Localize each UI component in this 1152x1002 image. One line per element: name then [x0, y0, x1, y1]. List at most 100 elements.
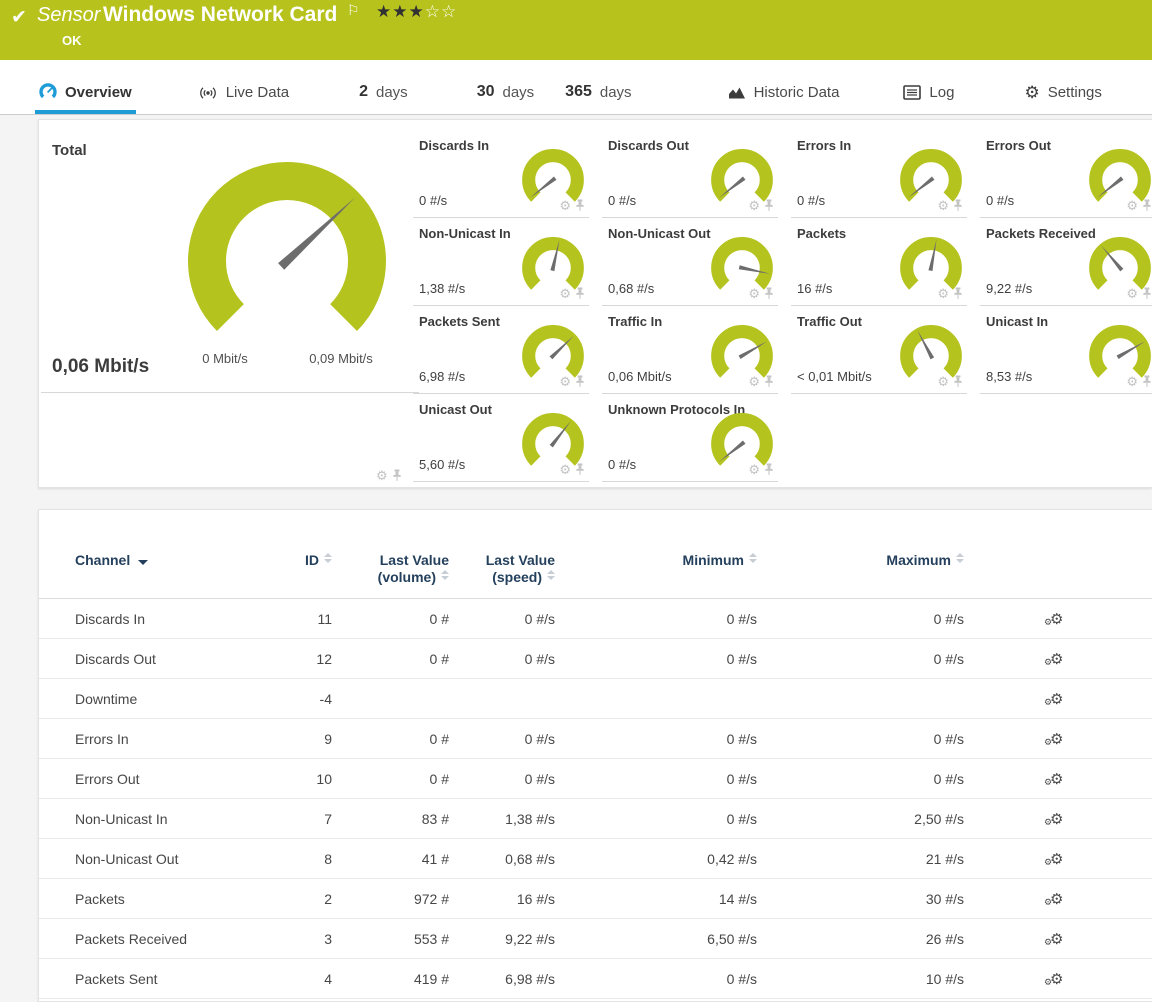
- pin-icon[interactable]: [1142, 375, 1152, 388]
- gauge-arc: [529, 332, 578, 374]
- channel-gauge-card[interactable]: Errors Out 0 #/s ⚙: [980, 130, 1152, 218]
- sort-icon: [749, 553, 757, 563]
- channel-settings-icon[interactable]: ⚙⚙: [1050, 853, 1063, 867]
- gear-icon[interactable]: ⚙: [937, 376, 949, 388]
- flag-icon[interactable]: ⚐: [347, 2, 360, 19]
- total-gauge[interactable]: [182, 161, 392, 351]
- tab-2-days[interactable]: 2 days: [355, 83, 412, 114]
- pin-icon[interactable]: [1142, 287, 1152, 300]
- column-header-minimum[interactable]: Minimum: [555, 552, 757, 586]
- column-header-maximum[interactable]: Maximum: [757, 552, 964, 586]
- gear-icon[interactable]: ⚙: [376, 470, 388, 482]
- channel-settings-icon[interactable]: ⚙⚙: [1050, 693, 1063, 707]
- pin-icon[interactable]: [764, 287, 774, 300]
- channel-settings-icon[interactable]: ⚙⚙: [1050, 813, 1063, 827]
- channel-gauge-label: Discards Out: [608, 138, 689, 153]
- gear-icon[interactable]: ⚙: [748, 376, 760, 388]
- cell-channel[interactable]: Discards Out: [75, 651, 300, 667]
- pin-icon[interactable]: [764, 463, 774, 476]
- pin-icon[interactable]: [575, 287, 585, 300]
- tab-30-days[interactable]: 30 days: [473, 83, 538, 114]
- gear-icon[interactable]: ⚙: [748, 288, 760, 300]
- tab-settings[interactable]: ⚙ Settings: [1020, 84, 1105, 114]
- pin-icon[interactable]: [764, 375, 774, 388]
- pin-icon[interactable]: [764, 199, 774, 212]
- gear-icon[interactable]: ⚙: [1126, 288, 1138, 300]
- tab-overview[interactable]: Overview: [35, 83, 136, 114]
- cell-channel[interactable]: Packets: [75, 891, 300, 907]
- channel-gauge-card[interactable]: Unknown Protocols In 0 #/s ⚙: [602, 394, 778, 482]
- pin-icon[interactable]: [1142, 199, 1152, 212]
- gear-icon[interactable]: ⚙: [559, 376, 571, 388]
- tab-historic-data[interactable]: Historic Data: [724, 84, 844, 114]
- channel-gauge-card[interactable]: Unicast Out 5,60 #/s ⚙: [413, 394, 589, 482]
- cell-maximum: 0 #/s: [757, 611, 964, 627]
- channel-settings-icon[interactable]: ⚙⚙: [1050, 613, 1063, 627]
- tab-log[interactable]: Log: [899, 84, 958, 114]
- channel-gauge-card[interactable]: Unicast In 8,53 #/s ⚙: [980, 306, 1152, 394]
- channel-gauge-card[interactable]: Packets Sent 6,98 #/s ⚙: [413, 306, 589, 394]
- gear-icon[interactable]: ⚙: [559, 200, 571, 212]
- channel-gauge-card[interactable]: Discards In 0 #/s ⚙: [413, 130, 589, 218]
- gear-icon[interactable]: ⚙: [559, 288, 571, 300]
- channel-gauge-card[interactable]: Packets Received 9,22 #/s ⚙: [980, 218, 1152, 306]
- star-empty-icons[interactable]: ☆☆: [425, 2, 457, 21]
- channel-gauge-card[interactable]: Non-Unicast In 1,38 #/s ⚙: [413, 218, 589, 306]
- cell-minimum: 0 #/s: [555, 971, 757, 987]
- gear-icon[interactable]: ⚙: [748, 200, 760, 212]
- pin-icon[interactable]: [953, 199, 963, 212]
- channel-gauge-label: Unicast In: [986, 314, 1048, 329]
- channel-settings-icon[interactable]: ⚙⚙: [1050, 973, 1063, 987]
- gear-icon[interactable]: ⚙: [1126, 200, 1138, 212]
- gear-icon[interactable]: ⚙: [937, 200, 949, 212]
- channel-gauge-card[interactable]: Discards Out 0 #/s ⚙: [602, 130, 778, 218]
- pin-icon[interactable]: [953, 287, 963, 300]
- gear-icon[interactable]: ⚙: [937, 288, 949, 300]
- gauge-icon: [39, 83, 57, 101]
- cell-channel[interactable]: Non-Unicast In: [75, 811, 300, 827]
- tab-live-data[interactable]: Live Data: [194, 84, 293, 114]
- channel-gauge-value: 0,68 #/s: [608, 281, 654, 296]
- channel-settings-icon[interactable]: ⚙⚙: [1050, 653, 1063, 667]
- channel-gauge-card[interactable]: Traffic In 0,06 Mbit/s ⚙: [602, 306, 778, 394]
- cell-channel[interactable]: Packets Sent: [75, 971, 300, 987]
- cell-last-value-speed: 0 #/s: [449, 651, 555, 667]
- gauge-arc: [529, 156, 578, 198]
- channel-settings-icon[interactable]: ⚙⚙: [1050, 933, 1063, 947]
- gear-icon[interactable]: ⚙: [1126, 376, 1138, 388]
- channel-gauge-card[interactable]: Non-Unicast Out 0,68 #/s ⚙: [602, 218, 778, 306]
- gear-icon[interactable]: ⚙: [748, 464, 760, 476]
- total-gauge-scale-min: 0 Mbit/s: [185, 351, 265, 366]
- priority-stars[interactable]: ★★★☆☆: [376, 2, 457, 22]
- pin-icon[interactable]: [392, 469, 402, 482]
- channel-gauge-card[interactable]: Traffic Out < 0,01 Mbit/s ⚙: [791, 306, 967, 394]
- cell-channel[interactable]: Errors Out: [75, 771, 300, 787]
- channel-settings-icon[interactable]: ⚙⚙: [1050, 733, 1063, 747]
- cell-channel[interactable]: Non-Unicast Out: [75, 851, 300, 867]
- column-label: Last Value: [449, 552, 555, 569]
- live-data-icon: [198, 85, 218, 101]
- pin-icon[interactable]: [575, 375, 585, 388]
- cell-channel[interactable]: Errors In: [75, 731, 300, 747]
- star-filled-icons[interactable]: ★★★: [376, 2, 425, 21]
- tab-label: Live Data: [226, 84, 289, 101]
- tab-label: Overview: [65, 84, 132, 101]
- cell-channel[interactable]: Packets Received: [75, 931, 300, 947]
- cell-channel[interactable]: Downtime: [75, 691, 300, 707]
- column-header-id[interactable]: ID: [300, 552, 332, 586]
- channel-settings-icon[interactable]: ⚙⚙: [1050, 773, 1063, 787]
- column-header-last-value-volume[interactable]: Last Value (volume): [332, 552, 449, 586]
- pin-icon[interactable]: [953, 375, 963, 388]
- column-header-last-value-speed[interactable]: Last Value (speed): [449, 552, 555, 586]
- column-header-channel[interactable]: Channel: [75, 552, 300, 586]
- pin-icon[interactable]: [575, 463, 585, 476]
- pin-icon[interactable]: [575, 199, 585, 212]
- gear-icon[interactable]: ⚙: [559, 464, 571, 476]
- channel-settings-icon[interactable]: ⚙⚙: [1050, 893, 1063, 907]
- cell-channel[interactable]: Discards In: [75, 611, 300, 627]
- cell-minimum: 0 #/s: [555, 611, 757, 627]
- channel-gauge-card[interactable]: Errors In 0 #/s ⚙: [791, 130, 967, 218]
- cell-last-value-volume: 419 #: [332, 971, 449, 987]
- channel-gauge-card[interactable]: Packets 16 #/s ⚙: [791, 218, 967, 306]
- tab-365-days[interactable]: 365 days: [561, 83, 635, 114]
